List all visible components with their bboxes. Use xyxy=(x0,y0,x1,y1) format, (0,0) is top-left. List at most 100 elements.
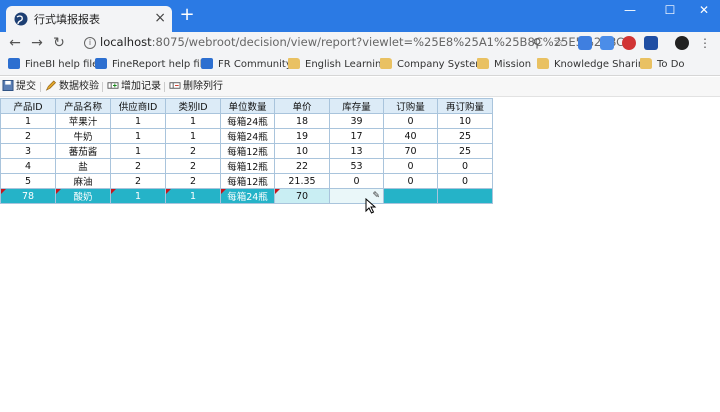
cell[interactable]: 25 xyxy=(437,143,493,159)
tab-close-icon[interactable]: × xyxy=(154,9,166,27)
bookmark-finebi[interactable]: FineBI help file xyxy=(8,57,98,73)
cell[interactable]: 22 xyxy=(274,158,330,174)
header-reorder[interactable]: 再订购量 xyxy=(437,98,493,114)
cell[interactable]: 19 xyxy=(274,128,330,144)
cell[interactable]: 每箱12瓶 xyxy=(220,173,275,189)
cell[interactable]: 0 xyxy=(329,173,384,189)
info-icon[interactable]: i xyxy=(84,37,96,49)
zoom-icon[interactable]: ⚲ xyxy=(528,34,546,52)
cell-edited[interactable]: 酸奶 xyxy=(55,188,111,204)
bookmark-fr-community[interactable]: FR Community xyxy=(201,57,292,73)
url-input[interactable]: i localhost:8075/webroot/decision/view/r… xyxy=(78,33,635,53)
cell[interactable]: 17 xyxy=(329,128,384,144)
delete-row-button[interactable]: 删除列行 xyxy=(169,80,223,94)
cell[interactable]: 2 xyxy=(110,158,166,174)
cell[interactable]: 5 xyxy=(0,173,56,189)
cell[interactable] xyxy=(383,188,438,204)
cell[interactable]: 25 xyxy=(437,128,493,144)
header-stock[interactable]: 库存量 xyxy=(329,98,384,114)
cell-edited[interactable]: 1 xyxy=(165,188,221,204)
cell[interactable]: 3 xyxy=(0,143,56,159)
cell[interactable]: 53 xyxy=(329,158,384,174)
bookmark-mission[interactable]: Mission xyxy=(477,57,531,73)
cell[interactable]: 每箱12瓶 xyxy=(220,143,275,159)
header-unit-price[interactable]: 单价 xyxy=(274,98,330,114)
browser-tab[interactable]: 行式填报报表 × xyxy=(6,6,172,32)
table-row: 4 盐 2 2 每箱12瓶 22 53 0 0 xyxy=(0,158,493,174)
cell[interactable]: 盐 xyxy=(55,158,111,174)
cell[interactable]: 1 xyxy=(165,128,221,144)
cell[interactable]: 牛奶 xyxy=(55,128,111,144)
maximize-button[interactable]: ☐ xyxy=(652,0,688,22)
vue-devtools-icon[interactable] xyxy=(644,36,658,50)
close-window-button[interactable]: ✕ xyxy=(686,0,720,22)
header-supplier-id[interactable]: 供应商ID xyxy=(110,98,166,114)
add-record-button[interactable]: 增加记录 xyxy=(107,80,161,94)
cell[interactable]: 麻油 xyxy=(55,173,111,189)
star-icon[interactable]: ☆ xyxy=(550,34,568,52)
translate-icon[interactable] xyxy=(600,36,614,50)
cell[interactable]: 1 xyxy=(110,128,166,144)
cell[interactable]: 苹果汁 xyxy=(55,113,111,129)
table-row-selected: 78 酸奶 1 1 每箱24瓶 70 ✎ xyxy=(0,188,493,204)
cell[interactable]: 70 xyxy=(383,143,438,159)
header-unit-quantity[interactable]: 单位数量 xyxy=(220,98,275,114)
bookmark-english-learning[interactable]: English Learning xyxy=(288,57,388,73)
cell[interactable]: 每箱24瓶 xyxy=(220,128,275,144)
header-ordered[interactable]: 订购量 xyxy=(383,98,438,114)
header-category-id[interactable]: 类别ID xyxy=(165,98,221,114)
submit-button[interactable]: 提交 xyxy=(2,80,36,94)
cell[interactable]: 40 xyxy=(383,128,438,144)
cell-edited[interactable]: 78 xyxy=(0,188,56,204)
cell-edited[interactable]: 1 xyxy=(110,188,166,204)
cell[interactable]: 蕃茄酱 xyxy=(55,143,111,159)
header-product-id[interactable]: 产品ID xyxy=(0,98,56,114)
extension-record-icon[interactable] xyxy=(622,36,636,50)
globe-icon xyxy=(14,12,28,26)
cell[interactable]: 21.35 xyxy=(274,173,330,189)
cell[interactable]: 13 xyxy=(329,143,384,159)
cell-edited[interactable]: 每箱24瓶 xyxy=(220,188,275,204)
cell[interactable] xyxy=(437,188,493,204)
cell[interactable]: 2 xyxy=(165,173,221,189)
cell[interactable]: 0 xyxy=(437,158,493,174)
cell[interactable]: 2 xyxy=(165,158,221,174)
bookmark-company-system[interactable]: Company System xyxy=(380,57,485,73)
toolbar-separator xyxy=(102,82,103,92)
bookmark-finereport[interactable]: FineReport help file xyxy=(95,57,209,73)
cell[interactable]: 2 xyxy=(110,173,166,189)
cell[interactable]: 10 xyxy=(437,113,493,129)
cell[interactable]: 每箱12瓶 xyxy=(220,158,275,174)
forward-icon[interactable]: → xyxy=(28,34,46,52)
cell[interactable]: 1 xyxy=(110,143,166,159)
cell[interactable]: 0 xyxy=(437,173,493,189)
back-icon[interactable]: ← xyxy=(6,34,24,52)
cell[interactable]: 4 xyxy=(0,158,56,174)
cell[interactable]: 1 xyxy=(110,113,166,129)
bookmark-knowledge-sharing[interactable]: Knowledge Sharing xyxy=(537,57,651,73)
reload-icon[interactable]: ↻ xyxy=(50,34,68,52)
validate-button[interactable]: 数据校验 xyxy=(45,80,99,94)
menu-dots-icon[interactable]: ⋮ xyxy=(696,34,714,52)
cell[interactable]: 18 xyxy=(274,113,330,129)
cell[interactable]: 39 xyxy=(329,113,384,129)
tab-title: 行式填报报表 xyxy=(34,13,100,26)
cell[interactable]: 0 xyxy=(383,173,438,189)
extension-icon[interactable] xyxy=(578,36,592,50)
bookmark-to-do[interactable]: To Do xyxy=(640,57,685,73)
cell[interactable]: 2 xyxy=(165,143,221,159)
cell[interactable]: 10 xyxy=(274,143,330,159)
cell[interactable]: 每箱24瓶 xyxy=(220,113,275,129)
cell[interactable]: 0 xyxy=(383,158,438,174)
profile-avatar-icon[interactable] xyxy=(675,36,689,50)
header-product-name[interactable]: 产品名称 xyxy=(55,98,111,114)
cell[interactable]: 2 xyxy=(0,128,56,144)
fr-icon xyxy=(95,58,107,69)
cell[interactable]: 1 xyxy=(0,113,56,129)
minimize-button[interactable]: — xyxy=(612,0,648,22)
cell-edited-price[interactable]: 70 xyxy=(274,188,330,204)
table-row: 1 苹果汁 1 1 每箱24瓶 18 39 0 10 xyxy=(0,113,493,129)
cell[interactable]: 1 xyxy=(165,113,221,129)
new-tab-button[interactable]: + xyxy=(178,6,196,24)
cell[interactable]: 0 xyxy=(383,113,438,129)
